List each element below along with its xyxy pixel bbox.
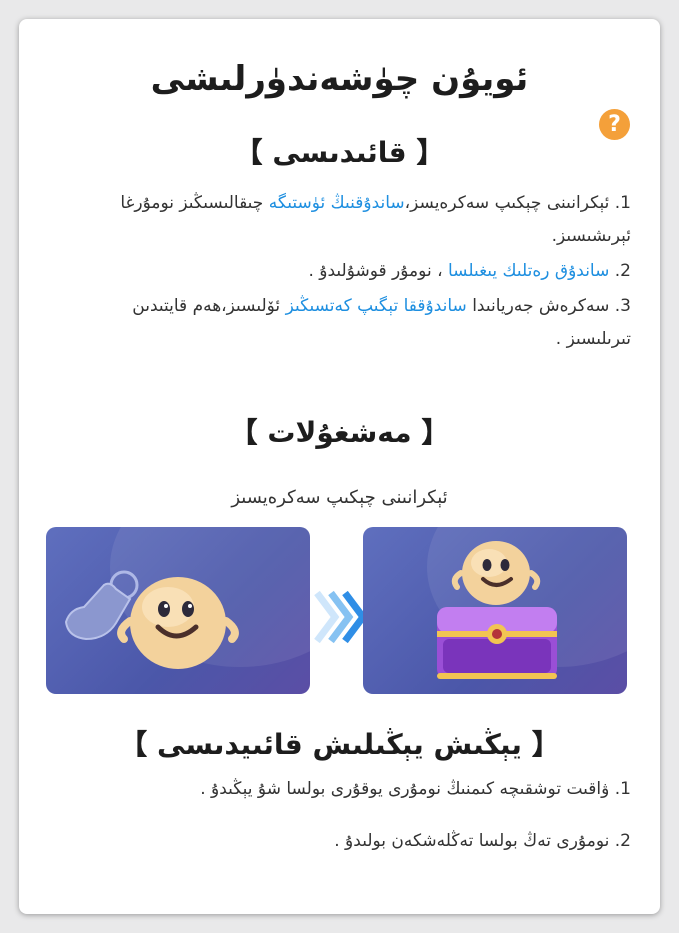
win-rules-heading: 【 يېڭىش يېڭىلىش قائىيدىسى 】 [119,728,560,761]
rule-item-2: 2. ساندۇق رەتلىك يىغىلسا ، نومۇر قوشۇلىد… [71,255,631,288]
rule-number: 1. [614,779,631,799]
tap-illustration [46,527,310,694]
operation-subtitle: ئېكرانىنى چېكىپ سەكرەيسىز [231,487,448,508]
treasure-box-icon [437,607,557,679]
rule-number: 3. [614,296,631,316]
rules-list: 1. ئېكرانىنى چېكىپ سەكرەيسز،ساندۇقنىڭ ئۈ… [71,187,631,358]
page-title: ئويۇن چۈشەندۈرلىشى [150,59,529,99]
win-rule-item-2: 2. نومۇرى تەڭ بولسا تەڭلەشكەن بولىدۇ . [71,831,631,851]
rule-text: ۋاقىت توشقىچە كىمنىڭ نومۇرى يوقۇرى بولسا… [200,779,610,799]
box-illustration [363,527,627,694]
instructions-card: ئويۇن چۈشەندۈرلىشى ? 【 قائىدىسى 】 1. ئېك… [19,19,660,914]
rule-number: 1. [614,193,631,213]
rule-highlight: ساندۇقنىڭ ئۈستىگە [268,193,405,213]
rule-text: ، نومۇر قوشۇلىدۇ . [308,261,448,281]
rules-heading: 【 قائىدىسى 】 [234,136,445,169]
rule-item-1: 1. ئېكرانىنى چېكىپ سەكرەيسز،ساندۇقنىڭ ئۈ… [71,187,631,253]
rule-text: نومۇرى تەڭ بولسا تەڭلەشكەن بولىدۇ . [334,831,610,851]
rule-text: ئېكرانىنى چېكىپ سەكرەيسز، [404,193,610,213]
rule-number: 2. [614,831,631,851]
rule-item-3: 3. سەكرەش جەريانىدا ساندۇققا تېگىپ كەتسى… [71,290,631,356]
operation-heading: 【 مەشغۇلات 】 [229,416,450,449]
rule-text: سەكرەش جەريانىدا [466,296,610,316]
rule-number: 2. [614,261,631,281]
rule-highlight: ساندۇققا تېگىپ كەتسىڭىز [285,296,467,316]
egg-character-icon [451,541,541,605]
egg-character-icon [117,577,239,669]
win-rule-item-1: 1. ۋاقىت توشقىچە كىمنىڭ نومۇرى يوقۇرى بو… [71,779,631,799]
rule-highlight: ساندۇق رەتلىك يىغىلسا [447,261,610,281]
